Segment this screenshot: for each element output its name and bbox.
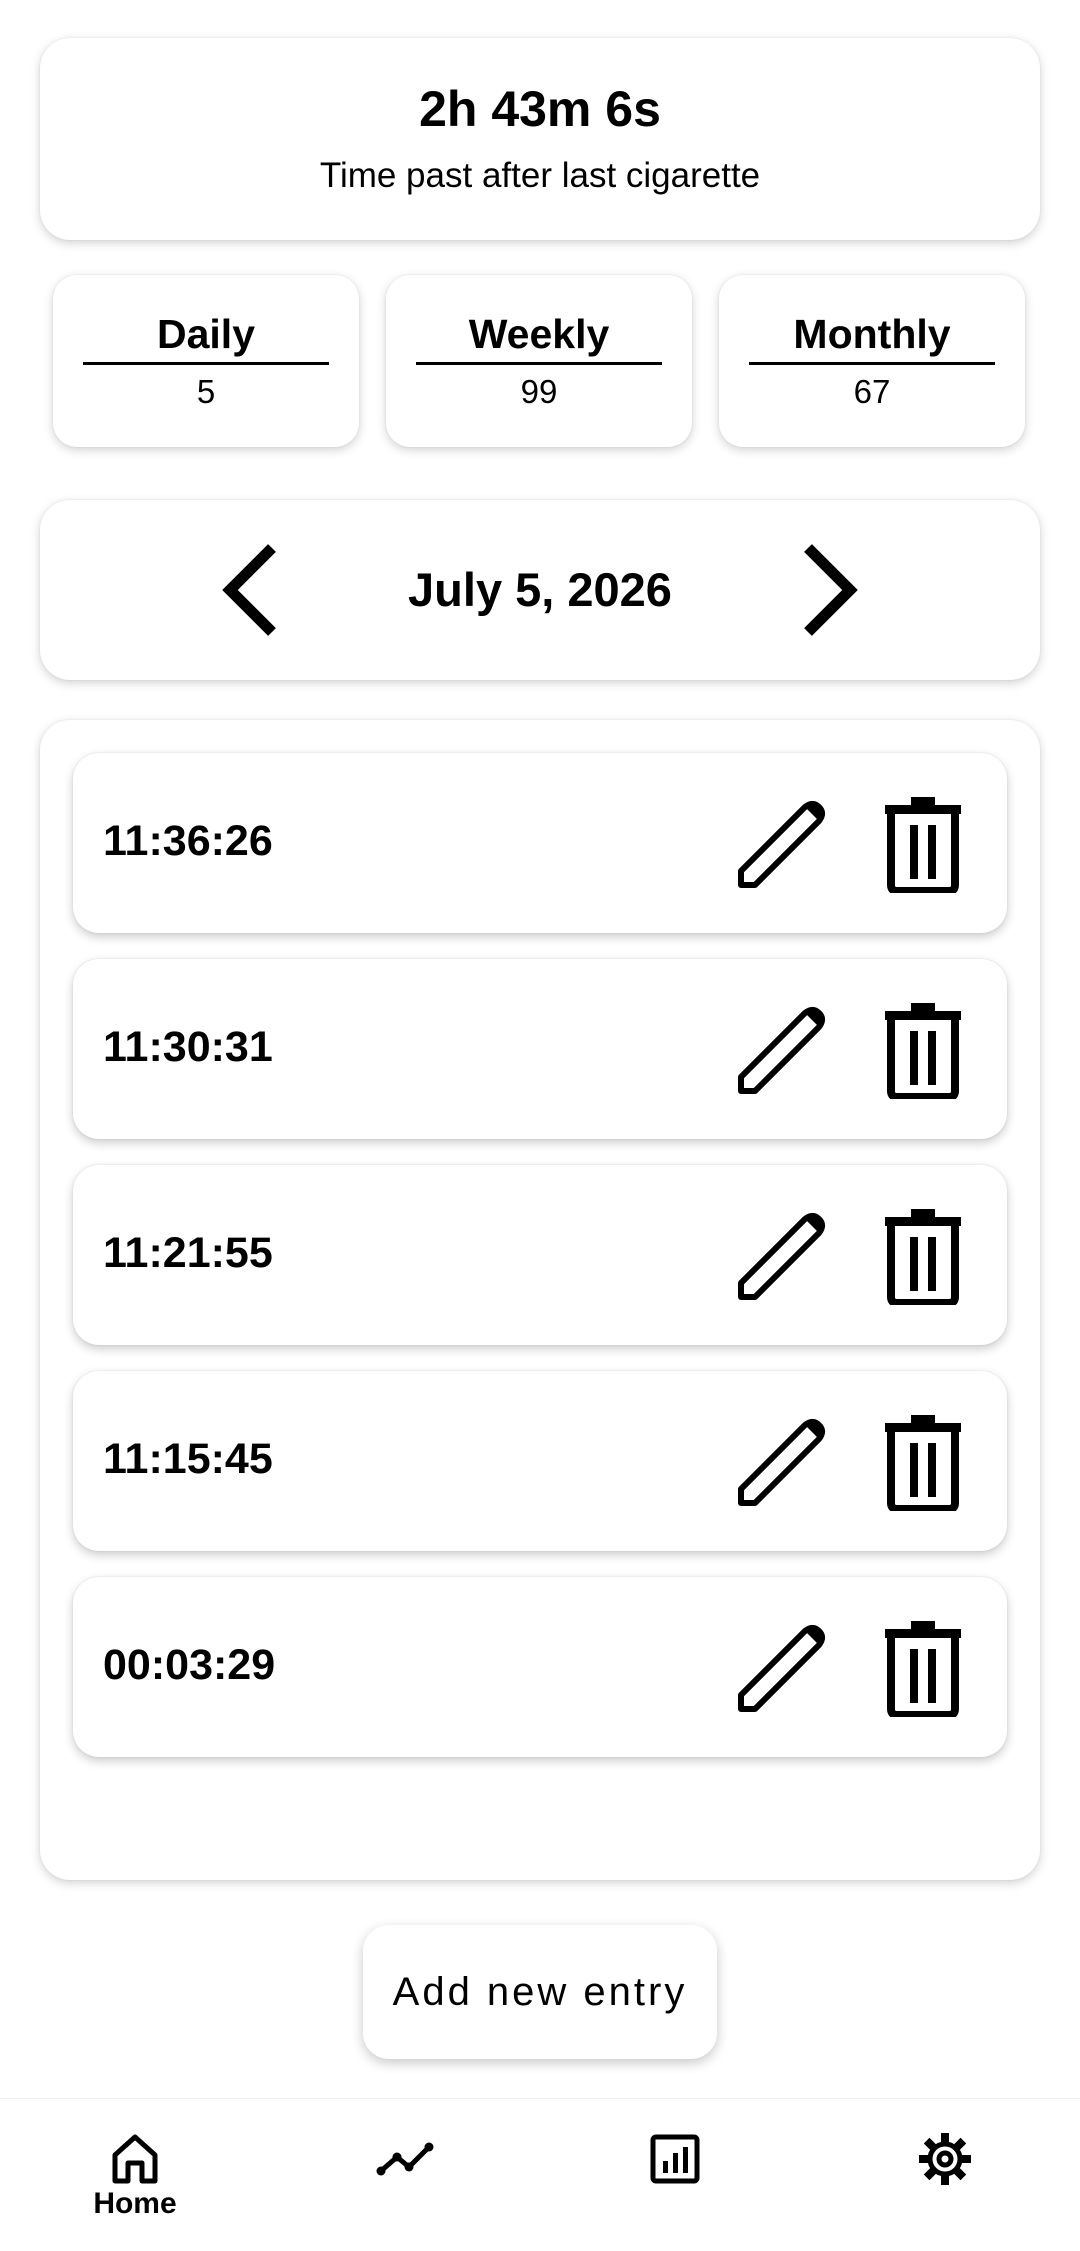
delete-entry-button[interactable]: [873, 1205, 973, 1307]
entry-row: 11:30:31: [73, 959, 1007, 1139]
weekly-stat-card: Weekly 99: [386, 275, 692, 447]
date-navigator: July 5, 2026: [40, 500, 1040, 680]
edit-entry-button[interactable]: [733, 1411, 833, 1511]
gear-icon: [919, 2133, 971, 2185]
daily-stat-card: Daily 5: [53, 275, 359, 447]
home-icon: [112, 2134, 158, 2184]
weekly-count: 99: [520, 373, 558, 410]
nav-settings[interactable]: [855, 2099, 1035, 2251]
pencil-icon: [738, 1625, 825, 1712]
entry-time: 00:03:29: [103, 1641, 276, 1689]
delete-entry-button[interactable]: [873, 793, 973, 895]
trash-icon: [885, 1415, 961, 1513]
trash-icon: [885, 1621, 961, 1719]
monthly-stat-card: Monthly 67: [719, 275, 1025, 447]
entry-time: 11:15:45: [103, 1435, 273, 1483]
entry-row: 11:21:55: [73, 1165, 1007, 1345]
bar-chart-icon: [650, 2134, 700, 2184]
pencil-icon: [738, 1419, 825, 1506]
daily-label: Daily: [83, 311, 329, 365]
delete-entry-button[interactable]: [873, 1617, 973, 1719]
pencil-icon: [738, 801, 825, 888]
daily-count: 5: [196, 373, 216, 410]
trash-icon: [885, 1003, 961, 1101]
edit-entry-button[interactable]: [733, 793, 833, 893]
elapsed-time: 2h 43m 6s: [419, 81, 661, 137]
pencil-icon: [738, 1213, 825, 1300]
chevron-right-icon: [804, 544, 858, 636]
edit-entry-button[interactable]: [733, 1205, 833, 1305]
entry-time: 11:30:31: [103, 1023, 273, 1071]
monthly-label: Monthly: [749, 311, 995, 365]
edit-entry-button[interactable]: [733, 1617, 833, 1717]
selected-date: July 5, 2026: [408, 563, 672, 616]
entries-list: 11:36:26 11:30:31 11:21:55 11:15:45 00:0…: [40, 720, 1040, 1880]
entry-row: 11:36:26: [73, 753, 1007, 933]
entry-row: 11:15:45: [73, 1371, 1007, 1551]
entry-time: 11:36:26: [103, 817, 273, 865]
monthly-count: 67: [853, 373, 891, 410]
weekly-label: Weekly: [416, 311, 662, 365]
elapsed-time-caption: Time past after last cigarette: [319, 156, 761, 195]
entry-row: 00:03:29: [73, 1577, 1007, 1757]
entry-time: 11:21:55: [103, 1229, 273, 1277]
pencil-icon: [738, 1007, 825, 1094]
next-day-button[interactable]: [770, 540, 870, 640]
nav-home[interactable]: Home: [45, 2099, 225, 2251]
trend-line-icon: [376, 2142, 434, 2176]
add-new-entry-button[interactable]: Add new entry: [363, 1925, 717, 2059]
nav-trends[interactable]: [315, 2099, 495, 2251]
delete-entry-button[interactable]: [873, 1411, 973, 1513]
nav-statistics[interactable]: [585, 2099, 765, 2251]
edit-entry-button[interactable]: [733, 999, 833, 1099]
bottom-navigation: Home: [0, 2098, 1080, 2251]
trash-icon: [885, 1209, 961, 1307]
time-since-last-card: 2h 43m 6s Time past after last cigarette: [40, 38, 1040, 240]
delete-entry-button[interactable]: [873, 999, 973, 1101]
nav-home-label: Home: [93, 2187, 177, 2220]
trash-icon: [885, 797, 961, 895]
